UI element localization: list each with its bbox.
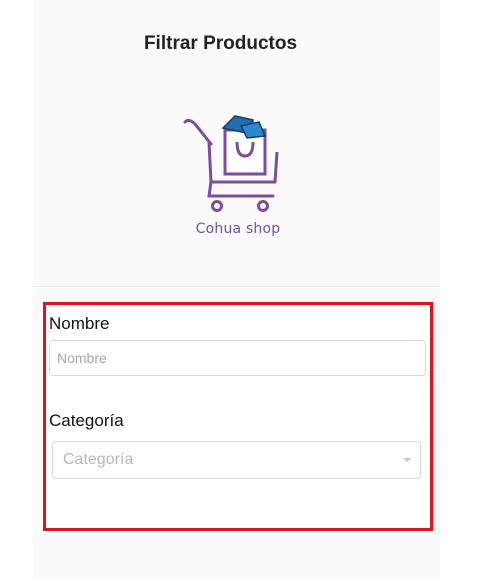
categoria-label: Categoría — [49, 411, 124, 430]
sidebar-header: Filtrar Productos Cohua shop — [33, 18, 440, 287]
categoria-select[interactable]: Categoría — [52, 441, 421, 479]
page-title: Filtrar Productos — [143, 33, 298, 54]
logo-text: Cohua shop — [195, 221, 281, 237]
categoria-placeholder: Categoría — [63, 451, 134, 468]
filter-form: Nombre Categoría Categoría — [43, 302, 433, 531]
nombre-label: Nombre — [49, 314, 110, 333]
chevron-down-icon — [403, 458, 411, 462]
nombre-input[interactable] — [49, 340, 426, 376]
shopping-cart-with-bag-icon — [183, 115, 279, 212]
